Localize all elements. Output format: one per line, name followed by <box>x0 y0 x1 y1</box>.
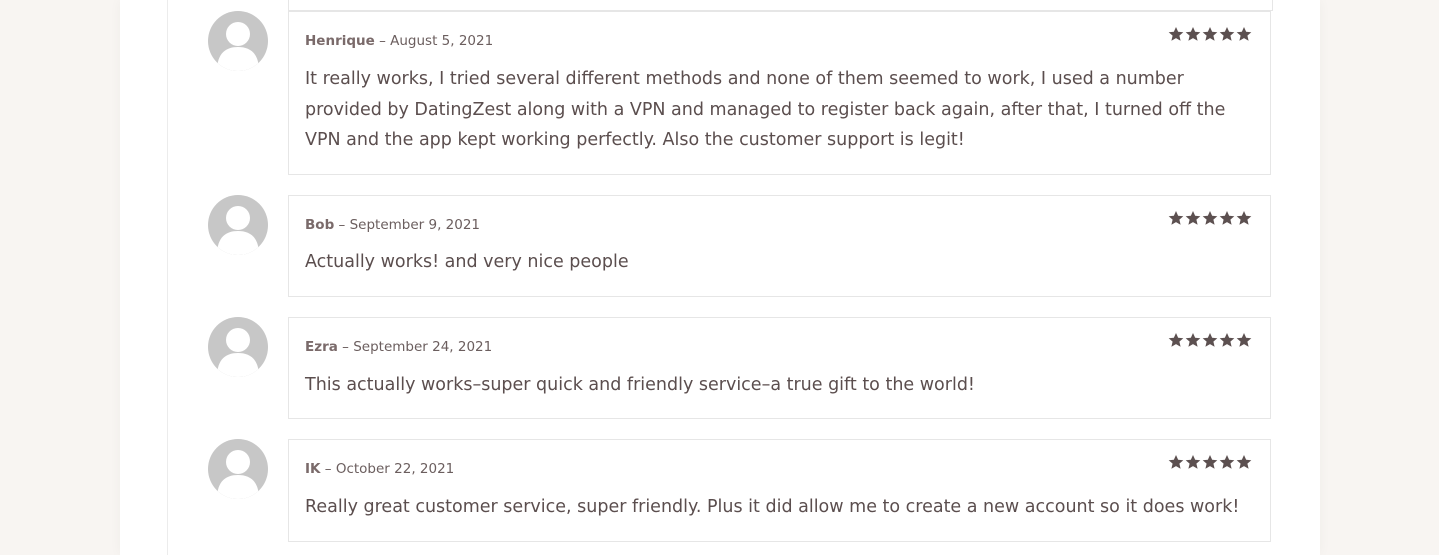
star-rating <box>1168 332 1252 348</box>
review-text: Really great customer service, super fri… <box>305 497 1240 517</box>
star-rating <box>1168 26 1252 42</box>
star-icon <box>1202 455 1218 469</box>
star-icon <box>1185 333 1201 347</box>
review-box: Bob – September 9, 2021 Actually works! … <box>288 195 1271 297</box>
star-icon <box>1202 27 1218 41</box>
star-icon <box>1202 333 1218 347</box>
avatar-icon <box>208 195 268 255</box>
previous-review-box <box>288 0 1273 11</box>
review-meta: Ezra – September 24, 2021 <box>305 339 493 355</box>
review-date: October 22, 2021 <box>335 461 455 477</box>
review-text: Actually works! and very nice people <box>305 252 629 272</box>
star-icon <box>1185 455 1201 469</box>
star-icon <box>1219 333 1235 347</box>
review-date: September 9, 2021 <box>349 217 481 233</box>
star-icon <box>1168 455 1184 469</box>
star-icon <box>1202 211 1218 225</box>
star-icon <box>1236 211 1252 225</box>
review-date: August 5, 2021 <box>390 33 494 49</box>
star-icon <box>1236 333 1252 347</box>
star-icon <box>1219 27 1235 41</box>
star-icon <box>1168 27 1184 41</box>
review-author: Henrique <box>305 33 375 49</box>
star-rating <box>1168 210 1252 226</box>
star-icon <box>1236 27 1252 41</box>
review-box: Ezra – September 24, 2021 This actually … <box>288 317 1271 419</box>
star-icon <box>1168 211 1184 225</box>
content-divider <box>167 0 168 555</box>
review-meta: Bob – September 9, 2021 <box>305 217 481 233</box>
star-icon <box>1168 333 1184 347</box>
review-box: Henrique – August 5, 2021 It really work… <box>288 11 1271 175</box>
review-author: Ezra <box>305 339 338 355</box>
star-icon <box>1236 455 1252 469</box>
review-author: IK <box>305 461 321 477</box>
review-meta: Henrique – August 5, 2021 <box>305 33 494 49</box>
review-text: It really works, I tried several differe… <box>305 69 1226 150</box>
review-text: This actually works–super quick and frie… <box>305 375 975 395</box>
avatar-icon <box>208 317 268 377</box>
avatar-icon <box>208 439 268 499</box>
review-meta: IK – October 22, 2021 <box>305 461 455 477</box>
star-icon <box>1219 455 1235 469</box>
star-rating <box>1168 454 1252 470</box>
review-date: September 24, 2021 <box>353 339 493 355</box>
star-icon <box>1219 211 1235 225</box>
review-author: Bob <box>305 217 335 233</box>
star-icon <box>1185 27 1201 41</box>
avatar-icon <box>208 11 268 71</box>
star-icon <box>1185 211 1201 225</box>
review-box: IK – October 22, 2021 Really great custo… <box>288 439 1271 542</box>
